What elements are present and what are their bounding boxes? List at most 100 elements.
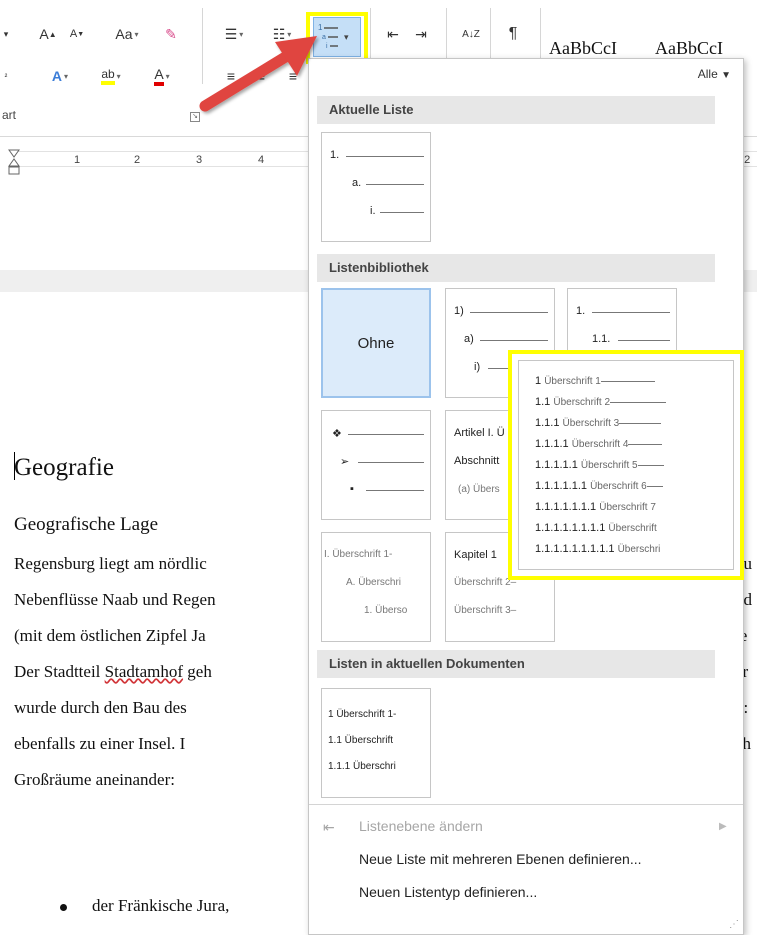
heading-geografische-lage[interactable]: Geografische Lage	[14, 514, 158, 536]
pilcrow-icon: ¶	[508, 25, 518, 42]
change-case-icon: Aa	[115, 26, 133, 42]
spelling-error-word[interactable]: Stadtamhof	[105, 662, 183, 681]
list-tile-bullets[interactable]: ❖ ➢ ▪	[321, 410, 431, 520]
font-group-label: art	[2, 108, 17, 122]
tile-line	[470, 312, 548, 313]
resize-grip-icon[interactable]: ⋰	[729, 919, 739, 930]
tile-level-label: I. Überschrift 1-	[324, 549, 393, 560]
list-tile-roman[interactable]: I. Überschrift 1- A. Überschri 1. Überso	[321, 532, 431, 642]
list-tile-none[interactable]: Ohne	[321, 288, 431, 398]
ruler-number: 3	[196, 154, 203, 166]
section-list-library: Listenbibliothek	[317, 254, 715, 282]
indent-marker-icon[interactable]	[8, 148, 20, 176]
increase-indent-button[interactable]: ⇥	[408, 22, 434, 46]
preview-row: 1.1.1.1.1.1 Überschrift 6	[535, 480, 663, 492]
preview-line	[628, 443, 663, 445]
heading-geografie[interactable]: Geografie	[14, 454, 114, 482]
preview-row: 1.1.1.1 Überschrift 4	[535, 438, 663, 450]
tile-level-label: 1 Überschrift 1-	[328, 709, 397, 720]
superscript-button[interactable]: ²	[0, 64, 12, 88]
preview-row: 1.1.1.1.1.1.1 Überschrift 7	[535, 501, 656, 513]
grow-font-button[interactable]: A ▲	[34, 22, 62, 46]
paragraph-line[interactable]: ebenfalls zu einer Insel. I	[14, 734, 185, 754]
tile-level-label: 1. Überso	[364, 605, 408, 616]
tile-level-label: a)	[464, 333, 474, 345]
bullet-point-icon	[60, 904, 67, 911]
decrease-indent-button[interactable]: ⇤	[380, 22, 406, 46]
tile-line	[366, 184, 424, 185]
shrink-font-button[interactable]: A ▼	[64, 22, 90, 46]
paragraph-line[interactable]: wurde durch den Bau des	[14, 698, 187, 718]
highlighter-icon: ab	[101, 67, 115, 85]
paragraph-text: geh	[183, 662, 212, 681]
ruler-number: 4	[258, 154, 265, 166]
paragraph-line[interactable]: Regensburg liegt am nördlic	[14, 554, 207, 574]
preview-label: Überschrift 7	[599, 502, 656, 513]
change-level-icon: ⇤	[323, 819, 335, 835]
tile-level-label: i.	[370, 205, 376, 217]
section-document-lists: Listen in aktuellen Dokumenten	[317, 650, 715, 678]
menu-define-multilevel-list[interactable]: Neue Liste mit mehreren Ebenen definiere…	[359, 851, 642, 867]
tile-line	[592, 312, 670, 313]
clear-formatting-button[interactable]: ✎	[158, 22, 184, 46]
tile-line	[348, 434, 424, 435]
grow-font-icon: A	[39, 26, 49, 42]
tile-level-label: A. Überschri	[346, 577, 402, 588]
preview-label: Überschri	[617, 544, 661, 555]
show-formatting-button[interactable]: ¶	[500, 22, 526, 46]
preview-number: 1.1.1.1.1.1.1.1	[535, 522, 606, 534]
preview-label: Überschrift 6	[590, 481, 647, 492]
preview-label: Überschrift 4	[571, 439, 629, 450]
tile-line	[618, 340, 670, 341]
red-arrow-annotation	[199, 36, 317, 112]
highlight-color-button[interactable]: ab ▾	[90, 64, 132, 88]
filter-all-dropdown[interactable]: Alle ▼	[698, 67, 731, 81]
tile-line	[366, 490, 424, 491]
preview-line	[646, 485, 663, 487]
font-size-dropdown-arrow[interactable]: ▾	[0, 22, 12, 46]
text-effects-button[interactable]: A ▾	[40, 64, 80, 88]
preview-number: 1.1.1.1.1.1.1.1.1	[535, 543, 615, 555]
sort-button[interactable]: A↓Z	[456, 22, 486, 46]
preview-label: Überschrift 1	[544, 376, 601, 387]
tile-bullet-icon: ▪	[350, 483, 354, 495]
preview-row: 1.1 Überschrift 2	[535, 396, 667, 408]
bullet-item[interactable]: der Fränkische Jura,	[92, 896, 229, 916]
tile-level-label: 1.	[576, 305, 586, 317]
submenu-arrow-icon: ▶	[719, 821, 727, 832]
menu-change-list-level[interactable]: Listenebene ändern	[359, 818, 483, 834]
preview-number: 1	[535, 375, 542, 387]
preview-number: 1.1.1.1.1	[535, 459, 578, 471]
paragraph-line[interactable]: Der Stadtteil Stadtamhof geh	[14, 662, 212, 682]
preview-row: 1.1.1 Überschrift 3	[535, 417, 662, 429]
font-color-button[interactable]: A ▾	[142, 64, 182, 88]
tile-level-label: Überschrift 2–	[454, 577, 517, 588]
decrease-indent-icon: ⇤	[387, 25, 399, 42]
tile-level-label: 1.1.1 Überschri	[328, 761, 396, 772]
preview-line	[619, 422, 662, 424]
section-current-list: Aktuelle Liste	[317, 96, 715, 124]
ruler-number: 2	[134, 154, 141, 166]
preview-label: Überschrift 5	[580, 460, 638, 471]
paragraph-line[interactable]: (mit dem östlichen Zipfel Ja	[14, 626, 206, 646]
paragraph-line[interactable]: Großräume aneinander:	[14, 770, 175, 790]
style-no-spacing[interactable]: AaBbCcI	[655, 38, 723, 59]
preview-line	[600, 380, 655, 382]
filter-all-label: Alle	[697, 67, 718, 81]
paragraph-line[interactable]: Nebenflüsse Naab und Regen	[14, 590, 216, 610]
list-tile-current[interactable]: 1. a. i.	[321, 132, 431, 242]
preview-number: 1.1.1.1.1.1.1	[535, 501, 597, 513]
preview-line	[637, 464, 664, 466]
list-preview-highlight: 1 Überschrift 1 1.1 Überschrift 2 1.1.1 …	[508, 350, 744, 580]
style-normal[interactable]: AaBbCcI	[549, 38, 617, 59]
tile-level-label: Abschnitt	[454, 455, 500, 467]
list-tile-document[interactable]: 1 Überschrift 1- 1.1 Überschrift 1.1.1 Ü…	[321, 688, 431, 798]
list-preview: 1 Überschrift 1 1.1 Überschrift 2 1.1.1 …	[518, 360, 734, 570]
menu-define-list-style[interactable]: Neuen Listentyp definieren...	[359, 884, 537, 900]
preview-number: 1.1.1	[535, 417, 560, 429]
increase-indent-icon: ⇥	[415, 25, 427, 42]
change-case-button[interactable]: Aa ▾	[106, 22, 148, 46]
preview-row: 1.1.1.1.1.1.1.1 Überschrift	[535, 522, 657, 534]
dropdown-menu: ⇤ Listenebene ändern ▶ Neue Liste mit me…	[309, 804, 743, 900]
tile-line	[480, 340, 548, 341]
